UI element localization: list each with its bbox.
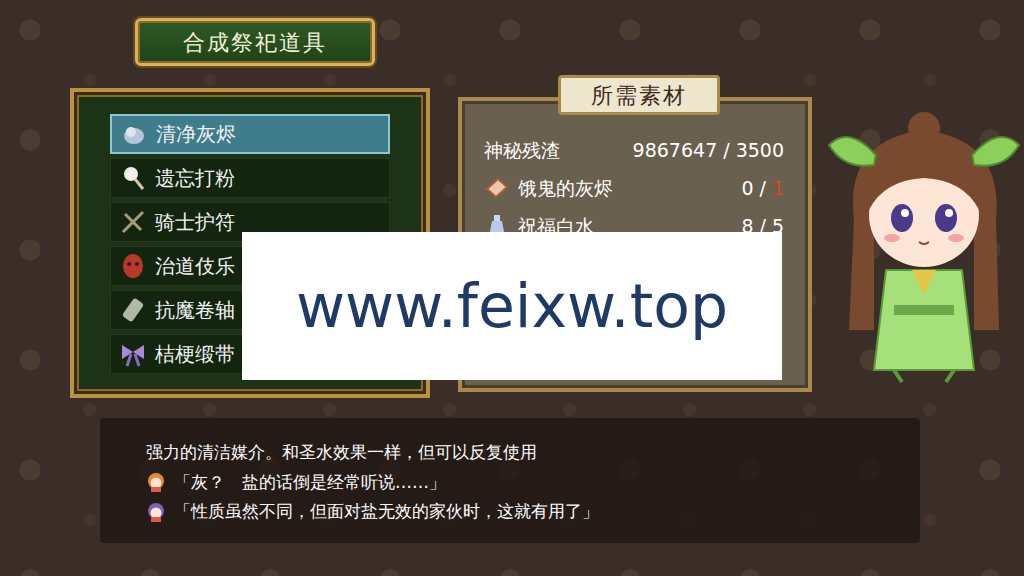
material-name: 饿鬼的灰烬 <box>518 174 613 203</box>
material-name: 神秘残渣 <box>484 136 560 165</box>
description-text: 强力的清洁媒介。和圣水效果一样，但可以反复使用 <box>146 440 880 466</box>
material-row: 饿鬼的灰烬 0/1 <box>484 169 784 207</box>
material-have: 0 <box>741 174 753 203</box>
dialogue-text: 「灰？ 盐的话倒是经常听说……」 <box>174 470 446 496</box>
recipe-name: 桔梗缎带 <box>155 339 235 369</box>
recipe-item[interactable]: 清净灰烬 <box>110 114 390 154</box>
charm-icon <box>119 208 147 236</box>
count-separator: / <box>723 136 729 165</box>
description-box: 强力的清洁媒介。和圣水效果一样，但可以反复使用「灰？ 盐的话倒是经常听说……」「… <box>100 418 920 543</box>
count-separator: / <box>760 174 766 203</box>
materials-header: 所需素材 <box>558 75 720 115</box>
girl-character-icon <box>824 100 1024 398</box>
material-have: 9867647 <box>633 136 718 165</box>
dialogue-text: 「性质虽然不同，但面对盐无效的家伙时，这就有用了」 <box>174 499 599 525</box>
recipe-item[interactable]: 遗忘打粉 <box>110 158 390 198</box>
material-need: 3500 <box>736 136 784 165</box>
watermark-overlay: www.feixw.top <box>242 232 782 380</box>
speaker-portrait-icon <box>146 502 166 522</box>
ash-icon <box>484 175 510 201</box>
materials-title: 所需素材 <box>591 79 687 112</box>
recipe-name: 治道伎乐 <box>155 251 235 281</box>
title-banner: 合成祭祀道具 <box>135 18 375 66</box>
dialogue-line: 「性质虽然不同，但面对盐无效的家伙时，这就有用了」 <box>146 499 880 525</box>
ash-icon <box>120 120 148 148</box>
recipe-name: 清净灰烬 <box>156 119 236 149</box>
material-row: 神秘残渣 9867647/3500 <box>484 131 784 169</box>
recipe-name: 抗魔卷轴 <box>155 295 235 325</box>
watermark-text: www.feixw.top <box>296 261 728 351</box>
mask-icon <box>119 252 147 280</box>
speaker-portrait-icon <box>146 472 166 492</box>
screen-title: 合成祭祀道具 <box>183 26 327 59</box>
puff-icon <box>119 164 147 192</box>
material-need: 1 <box>772 174 784 203</box>
dialogue-line: 「灰？ 盐的话倒是经常听说……」 <box>146 470 880 496</box>
ribbon-icon <box>119 340 147 368</box>
recipe-name: 遗忘打粉 <box>155 163 235 193</box>
recipe-name: 骑士护符 <box>155 207 235 237</box>
scroll-icon <box>119 296 147 324</box>
